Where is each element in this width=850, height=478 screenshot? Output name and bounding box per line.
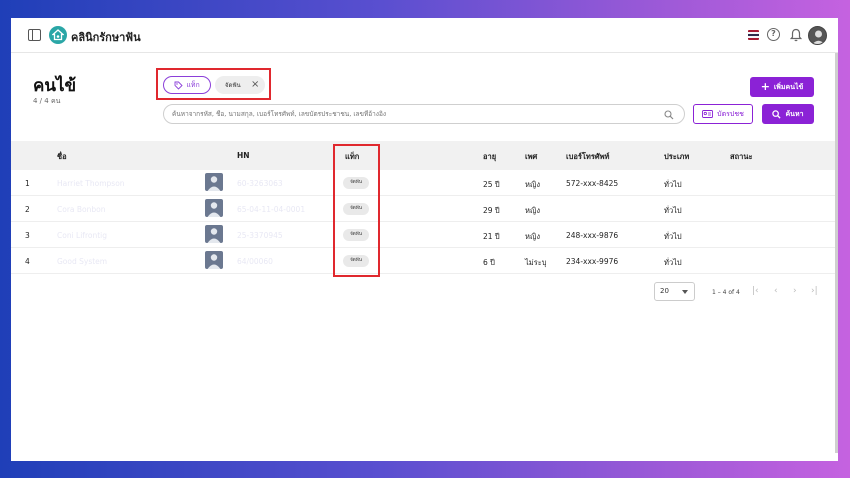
column-header-type[interactable]: ประเภท — [664, 151, 689, 163]
patient-hn: 25-3370945 — [237, 231, 283, 240]
tag-icon — [174, 81, 183, 90]
first-page-icon[interactable]: |‹ — [752, 286, 759, 296]
patient-table: ชื่อ HN แท็ก อายุ เพศ เบอร์โทรศัพท์ ประเ… — [11, 141, 835, 274]
id-card-label: บัตรปชช — [717, 109, 744, 118]
close-icon[interactable]: × — [251, 79, 259, 90]
column-header-hn[interactable]: HN — [237, 151, 250, 160]
user-avatar[interactable] — [808, 26, 827, 45]
row-index: 3 — [25, 231, 30, 240]
patient-gender: หญิง — [525, 180, 540, 189]
next-page-icon[interactable]: › — [793, 286, 797, 296]
active-tag-chip: จัดฟัน × — [215, 76, 265, 94]
column-header-phone[interactable]: เบอร์โทรศัพท์ — [566, 151, 610, 163]
patient-hn: 65-04-11-04-0001 — [237, 205, 306, 214]
id-card-icon — [702, 110, 714, 118]
patient-name[interactable]: Harriet Thompson — [57, 179, 125, 188]
bell-icon[interactable] — [789, 27, 803, 46]
patient-avatar — [205, 173, 223, 191]
app-window: คลินิกรักษาฟัน ? คนไข้ 4 / 4 คน แท็ก จัด… — [11, 18, 838, 461]
patient-phone: 248-xxx-9876 — [566, 231, 619, 240]
top-bar: คลินิกรักษาฟัน ? — [11, 18, 838, 53]
tag-filter-label: แท็ก — [186, 80, 200, 89]
previous-page-icon[interactable]: ‹ — [774, 286, 778, 296]
search-input[interactable] — [172, 110, 652, 118]
column-header-status[interactable]: สถานะ — [730, 151, 753, 163]
table-header: ชื่อ HN แท็ก อายุ เพศ เบอร์โทรศัพท์ ประเ… — [11, 141, 835, 170]
clinic-logo-icon — [49, 26, 67, 44]
patient-name[interactable]: Coni Lifrontig — [57, 231, 107, 240]
patient-type: ทั่วไป — [664, 232, 682, 241]
plus-icon: + — [760, 80, 770, 93]
patient-type: ทั่วไป — [664, 180, 682, 189]
patient-gender: หญิง — [525, 206, 540, 215]
page-title: คนไข้ — [33, 76, 77, 96]
patient-type: ทั่วไป — [664, 206, 682, 215]
patient-phone: 234-xxx-9976 — [566, 257, 619, 266]
table-row[interactable]: 2 Cora Bonbon 65-04-11-04-0001 จัดฟัน 29… — [11, 196, 835, 222]
table-row[interactable]: 1 Harriet Thompson 60-3263063 จัดฟัน 25 … — [11, 170, 835, 196]
page-size-select[interactable]: 20 — [654, 282, 695, 301]
row-index: 2 — [25, 205, 30, 214]
pagination-range: 1 – 4 of 4 — [712, 289, 740, 296]
patient-age: 29 ปี — [483, 206, 500, 215]
tag-column-highlight — [333, 144, 380, 277]
tag-filter-button[interactable]: แท็ก — [163, 76, 211, 94]
patient-age: 6 ปี — [483, 258, 495, 267]
add-patient-button[interactable]: + เพิ่มคนไข้ — [750, 77, 814, 97]
patient-age: 21 ปี — [483, 232, 500, 241]
search-box — [163, 104, 685, 124]
patient-phone: 572-xxx-8425 — [566, 179, 619, 188]
patient-name[interactable]: Cora Bonbon — [57, 205, 105, 214]
column-header-age[interactable]: อายุ — [483, 151, 496, 163]
search-button-label: ค้นหา — [785, 109, 804, 118]
chevron-down-icon — [682, 290, 688, 294]
id-card-button[interactable]: บัตรปชช — [693, 104, 753, 124]
patient-hn: 60-3263063 — [237, 179, 283, 188]
search-icon — [772, 109, 782, 119]
patient-avatar — [205, 225, 223, 243]
patient-age: 25 ปี — [483, 180, 500, 189]
patient-gender: หญิง — [525, 232, 540, 241]
column-header-gender[interactable]: เพศ — [525, 151, 537, 163]
table-row[interactable]: 4 Good System 64/00060 จัดฟัน 6 ปี ไม่ระ… — [11, 248, 835, 274]
row-index: 1 — [25, 179, 30, 188]
search-button[interactable]: ค้นหา — [762, 104, 814, 124]
sidebar-toggle-icon[interactable] — [28, 29, 41, 41]
table-row[interactable]: 3 Coni Lifrontig 25-3370945 จัดฟัน 21 ปี… — [11, 222, 835, 248]
patient-type: ทั่วไป — [664, 258, 682, 267]
active-tag-chip-label: จัดฟัน — [225, 82, 241, 89]
help-icon[interactable]: ? — [767, 28, 780, 41]
patient-avatar — [205, 251, 223, 269]
row-index: 4 — [25, 257, 30, 266]
patient-avatar — [205, 199, 223, 217]
search-icon[interactable] — [664, 109, 674, 127]
last-page-icon[interactable]: ›| — [811, 286, 818, 296]
patient-gender: ไม่ระบุ — [525, 258, 547, 267]
patient-count: 4 / 4 คน — [33, 97, 61, 105]
patient-name[interactable]: Good System — [57, 257, 107, 266]
vertical-scrollbar[interactable] — [835, 53, 838, 453]
column-header-name[interactable]: ชื่อ — [57, 151, 67, 163]
add-patient-label: เพิ่มคนไข้ — [773, 82, 804, 91]
thai-flag-icon[interactable] — [748, 30, 759, 40]
brand-name: คลินิกรักษาฟัน — [71, 31, 141, 44]
page-size-value: 20 — [660, 287, 669, 295]
patient-hn: 64/00060 — [237, 257, 273, 266]
